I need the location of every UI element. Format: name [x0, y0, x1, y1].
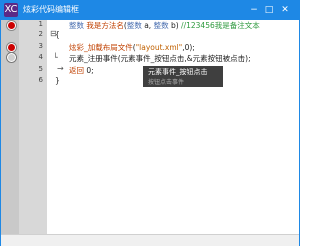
code-line-4[interactable]: 元素_注册事件(元素事件_按钮点击,&元素按钮被点击); — [69, 53, 251, 64]
line-number: 4 — [38, 53, 43, 61]
tooltip-subtitle: 按钮点击事件 — [148, 79, 185, 86]
app-icon: XC — [4, 3, 18, 17]
fold-line-icon: └ — [53, 53, 58, 62]
breakpoint-line-3-icon[interactable] — [7, 43, 16, 52]
code-text: 0; — [84, 66, 94, 75]
code-line-1[interactable]: 整数 我是方法名(整数 a, 整数 b) //123456我是备注文本 — [69, 20, 260, 31]
function-name: 我是方法名 — [86, 21, 124, 30]
keyword: 整数 — [126, 21, 142, 30]
punct: ,0); — [182, 43, 195, 52]
comment: //123456我是备注文本 — [181, 21, 260, 30]
param: b) — [168, 21, 182, 30]
code-editor-window: XC 炫彩代码编辑框 − □ ✕ 1 2 3 4 5 6 整数 我是方法名(整数… — [0, 0, 300, 246]
breakpoint-gutter[interactable] — [1, 20, 19, 234]
function-name: 炫彩_加载布局文件 — [69, 43, 133, 52]
minimize-button[interactable]: − — [246, 3, 262, 17]
param: a, — [141, 21, 154, 30]
line-number-column: 1 2 3 4 5 6 — [19, 20, 47, 234]
code-line-2[interactable]: { — [55, 30, 60, 39]
tooltip-title: 元素事件_按钮点击 — [148, 68, 208, 76]
line-number: 5 — [38, 65, 43, 73]
maximize-button[interactable]: □ — [261, 3, 277, 17]
tooltip: 元素事件_按钮点击 按钮点击事件 — [143, 66, 223, 87]
breakpoint-line-4-icon[interactable] — [7, 53, 16, 62]
close-button[interactable]: ✕ — [277, 3, 293, 17]
code-line-6[interactable]: } — [55, 76, 60, 85]
window-title: 炫彩代码编辑框 — [23, 5, 79, 14]
code-line-3[interactable]: 炫彩_加载布局文件("layout.xml",0); — [69, 42, 195, 53]
string: "layout.xml" — [135, 43, 183, 52]
code-area[interactable]: 整数 我是方法名(整数 a, 整数 b) //123456我是备注文本 ⊟ { … — [47, 20, 299, 234]
title-bar[interactable]: XC 炫彩代码编辑框 − □ ✕ — [1, 1, 299, 20]
line-number: 6 — [38, 76, 43, 84]
keyword: 返回 — [69, 66, 84, 75]
keyword: 整数 — [153, 21, 169, 30]
arrow-icon: → — [57, 64, 64, 73]
line-number: 3 — [38, 42, 43, 50]
keyword: 整数 — [69, 21, 84, 30]
line-number: 1 — [38, 20, 43, 28]
line-number: 2 — [38, 30, 43, 38]
code-line-5[interactable]: 返回 0; — [69, 65, 94, 76]
status-bar — [1, 234, 299, 246]
breakpoint-line-1-icon[interactable] — [7, 21, 16, 30]
